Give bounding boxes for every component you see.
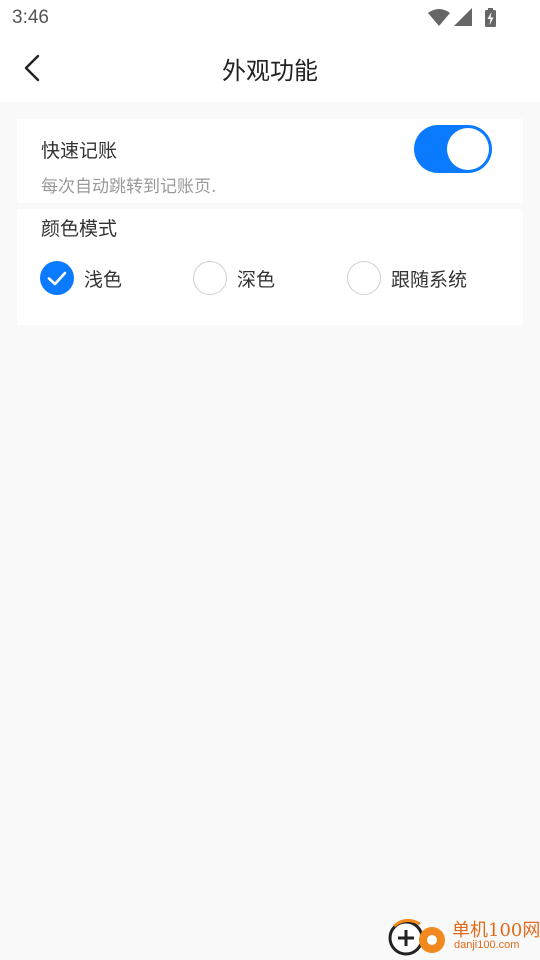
quick-entry-card: 快速记账 每次自动跳转到记账页. <box>17 119 523 203</box>
color-mode-card: 颜色模式 浅色 深色 跟随系统 <box>17 209 523 325</box>
status-bar: 3:46 <box>0 0 540 36</box>
watermark-url: danji100.com <box>454 939 520 951</box>
watermark-logo-icon <box>388 919 445 956</box>
color-mode-title: 颜色模式 <box>41 218 118 240</box>
option-label-system: 跟随系统 <box>391 269 468 291</box>
toggle-knob <box>447 128 489 170</box>
watermark: 单机100网 danji100.com <box>386 914 540 958</box>
quick-entry-toggle[interactable] <box>414 125 492 173</box>
check-icon <box>47 271 67 286</box>
radio-dark[interactable] <box>193 261 227 295</box>
radio-system[interactable] <box>347 261 381 295</box>
quick-entry-description: 每次自动跳转到记账页. <box>41 177 217 197</box>
quick-entry-title: 快速记账 <box>41 140 118 162</box>
radio-light[interactable] <box>40 261 74 295</box>
app-bar: 外观功能 <box>0 36 540 102</box>
wifi-icon <box>428 9 450 26</box>
status-icons <box>428 8 500 28</box>
option-label-light: 浅色 <box>84 269 123 291</box>
battery-charging-icon <box>485 8 496 27</box>
page-title: 外观功能 <box>222 57 318 85</box>
option-label-dark: 深色 <box>237 269 276 291</box>
signal-icon <box>454 8 472 26</box>
status-time: 3:46 <box>12 7 49 28</box>
